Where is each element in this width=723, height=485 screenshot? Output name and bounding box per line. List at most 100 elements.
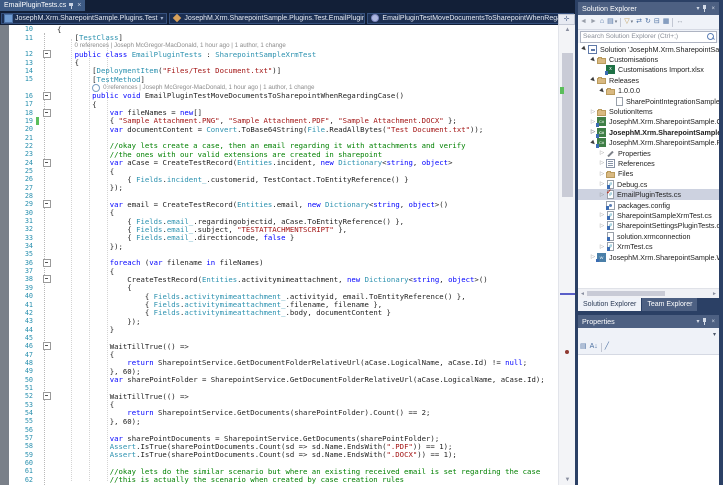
code-line[interactable]: 59 Assert.IsTrue(sharePointDocuments.Cou… bbox=[0, 451, 558, 459]
code-line[interactable]: 27 }); bbox=[0, 184, 558, 192]
forward-icon[interactable]: ► bbox=[590, 16, 597, 28]
switch-views-icon[interactable]: ▤ bbox=[607, 16, 614, 28]
folder-icon bbox=[606, 172, 615, 178]
editor-vertical-scrollbar[interactable]: ▲ ▼ bbox=[558, 25, 575, 485]
scrollbar-thumb[interactable] bbox=[587, 291, 665, 296]
window-position-icon[interactable]: ▾ bbox=[696, 318, 699, 325]
tree-item[interactable]: ▷#XrmTest.cs bbox=[578, 241, 719, 251]
sync-with-active-document-icon[interactable]: ⇄ bbox=[636, 16, 642, 28]
scroll-down-icon[interactable]: ▼ bbox=[559, 475, 576, 485]
auto-hide-pin-icon[interactable] bbox=[703, 318, 707, 325]
tree-item[interactable]: ▷References bbox=[578, 158, 719, 168]
file-icon bbox=[607, 232, 614, 241]
search-input[interactable]: Search Solution Explorer (Ctrl+;) bbox=[580, 31, 717, 43]
expand-icon[interactable]: ▷ bbox=[589, 109, 597, 115]
type-dropdown[interactable]: JosephM.Xrm.SharepointSample.Plugins.Tes… bbox=[169, 13, 365, 24]
tree-item[interactable]: ▷#SharepointSettingsPluginTests.cs bbox=[578, 221, 719, 231]
expand-icon[interactable]: ▷ bbox=[598, 150, 606, 156]
home-icon[interactable]: ⌂ bbox=[600, 16, 604, 28]
code-line[interactable]: 20 var documentContent = Convert.ToBase6… bbox=[0, 125, 558, 133]
lock-icon bbox=[607, 247, 610, 251]
collapse-region-icon[interactable] bbox=[43, 92, 51, 100]
tree-item[interactable]: packages.config bbox=[578, 200, 719, 210]
scroll-up-icon[interactable]: ▲ bbox=[559, 25, 576, 35]
code-editor[interactable]: 10{11 [TestClass]0 references | Joseph M… bbox=[0, 25, 558, 485]
test-status-icon[interactable] bbox=[92, 84, 100, 92]
tree-item[interactable]: SharePointIntegrationSample_1_0_0_0.z bbox=[578, 96, 719, 106]
member-dropdown[interactable]: EmailPluginTestMoveDocumentsToSharepoint… bbox=[367, 13, 574, 24]
collapse-region-icon[interactable] bbox=[43, 50, 51, 58]
object-combobox[interactable]: ▾ bbox=[578, 328, 719, 340]
tree-item[interactable]: xCustomisations Import.xlsx bbox=[578, 65, 719, 75]
tree-horizontal-scrollbar[interactable]: ◄ ► bbox=[578, 288, 719, 298]
expand-icon[interactable]: ▷ bbox=[598, 223, 606, 229]
code-line[interactable]: 55 }, 60); bbox=[0, 417, 558, 425]
tree-item[interactable]: ▷Properties bbox=[578, 148, 719, 158]
tree-item[interactable]: ▶1.0.0.0 bbox=[578, 86, 719, 96]
collapse-all-icon[interactable]: ⊟ bbox=[654, 16, 660, 28]
tab-solution-explorer[interactable]: Solution Explorer bbox=[578, 298, 641, 311]
tree-item-label: JosephM.Xrm.SharepointSample.Plugins bbox=[609, 128, 719, 137]
chevron-down-icon[interactable]: ▾ bbox=[615, 19, 618, 25]
tree-item[interactable]: ▷#SharepointSampleXrmTest.cs bbox=[578, 210, 719, 220]
categorized-icon[interactable]: ▤ bbox=[580, 341, 587, 353]
collapse-region-icon[interactable] bbox=[43, 342, 51, 350]
expand-icon[interactable]: ▷ bbox=[598, 244, 606, 250]
collapse-region-icon[interactable] bbox=[43, 275, 51, 283]
tree-item[interactable]: ▷C#JosephM.Xrm.SharepointSample.Plugins bbox=[578, 127, 719, 137]
tree-item[interactable]: ▷#Debug.cs bbox=[578, 179, 719, 189]
scroll-right-icon[interactable]: ► bbox=[710, 291, 719, 297]
code-line[interactable]: 62 //this is actually the scenario when … bbox=[0, 476, 558, 484]
collapse-region-icon[interactable] bbox=[43, 392, 51, 400]
expand-icon[interactable]: ▷ bbox=[598, 171, 606, 177]
code-line[interactable]: 12 public class EmailPluginTests : Share… bbox=[0, 50, 558, 58]
project-dropdown[interactable]: JosephM.Xrm.SharepointSample.Plugins.Tes… bbox=[1, 13, 167, 24]
back-icon[interactable]: ◄ bbox=[580, 16, 587, 28]
expand-icon[interactable]: ▷ bbox=[598, 192, 606, 198]
code-view-icon[interactable]: ↔ bbox=[676, 16, 683, 28]
scrollbar-thumb[interactable] bbox=[562, 53, 573, 197]
alphabetical-icon[interactable]: A↓ bbox=[590, 341, 598, 353]
window-position-icon[interactable]: ▾ bbox=[696, 5, 699, 12]
close-icon[interactable]: × bbox=[711, 319, 715, 325]
expand-icon[interactable]: ▷ bbox=[598, 181, 606, 187]
auto-hide-pin-icon[interactable] bbox=[703, 5, 707, 12]
tree-item[interactable]: ▷WJosephM.Xrm.SharepointSample.WebResour… bbox=[578, 252, 719, 262]
close-icon[interactable]: × bbox=[711, 6, 715, 12]
code-line[interactable]: 34 }); bbox=[0, 242, 558, 250]
code-line[interactable]: 50 var sharePointFolder = SharepointServ… bbox=[0, 375, 558, 383]
property-pages-icon[interactable]: ╱ bbox=[605, 341, 609, 353]
refresh-icon[interactable]: ↻ bbox=[645, 16, 651, 28]
code-line[interactable]: 11 [TestClass] bbox=[0, 33, 558, 41]
show-all-files-icon[interactable]: ▦ bbox=[663, 16, 670, 28]
tree-item[interactable]: ▷Files bbox=[578, 169, 719, 179]
pending-changes-filter-icon[interactable]: ▽ bbox=[624, 16, 629, 28]
tree-item[interactable]: ▶Customisations bbox=[578, 54, 719, 64]
search-icon[interactable] bbox=[707, 33, 714, 40]
pin-tab-icon[interactable] bbox=[69, 3, 74, 9]
tree-item[interactable]: ▶Releases bbox=[578, 75, 719, 85]
chevron-down-icon[interactable]: ▾ bbox=[631, 19, 634, 25]
tree-item[interactable]: ▶C#JosephM.Xrm.SharepointSample.Plugins.… bbox=[578, 138, 719, 148]
tree-item[interactable]: ▶Solution 'JosephM.Xrm.SharepointSample'… bbox=[578, 44, 719, 54]
code-line[interactable]: 15 [TestMethod] bbox=[0, 75, 558, 83]
tree-item[interactable]: ▷#✓EmailPluginTests.cs bbox=[578, 189, 719, 199]
collapse-region-icon[interactable] bbox=[43, 109, 51, 117]
editor-split-handle[interactable]: ✛ bbox=[558, 14, 575, 25]
tree-item[interactable]: ▷C#JosephM.Xrm.SharepointSample.Console bbox=[578, 117, 719, 127]
collapse-region-icon[interactable] bbox=[43, 159, 51, 167]
document-tab[interactable]: EmailPluginTests.cs × bbox=[0, 0, 85, 11]
properties-titlebar[interactable]: Properties ▾ × bbox=[578, 315, 719, 328]
tab-team-explorer[interactable]: Team Explorer bbox=[642, 298, 697, 311]
collapse-region-icon[interactable] bbox=[43, 200, 51, 208]
code-line[interactable]: 44 } bbox=[0, 325, 558, 333]
document-tab-label: EmailPluginTests.cs bbox=[4, 0, 66, 11]
expand-icon[interactable]: ▷ bbox=[598, 212, 606, 218]
solution-explorer-titlebar[interactable]: Solution Explorer ▾ × bbox=[578, 2, 719, 15]
tree-item[interactable]: solution.xrmconnection bbox=[578, 231, 719, 241]
scroll-left-icon[interactable]: ◄ bbox=[578, 291, 587, 297]
expand-icon[interactable]: ▷ bbox=[598, 160, 606, 166]
close-tab-icon[interactable]: × bbox=[77, 0, 81, 11]
collapse-region-icon[interactable] bbox=[43, 259, 51, 267]
tree-item[interactable]: ▷SolutionItems bbox=[578, 106, 719, 116]
